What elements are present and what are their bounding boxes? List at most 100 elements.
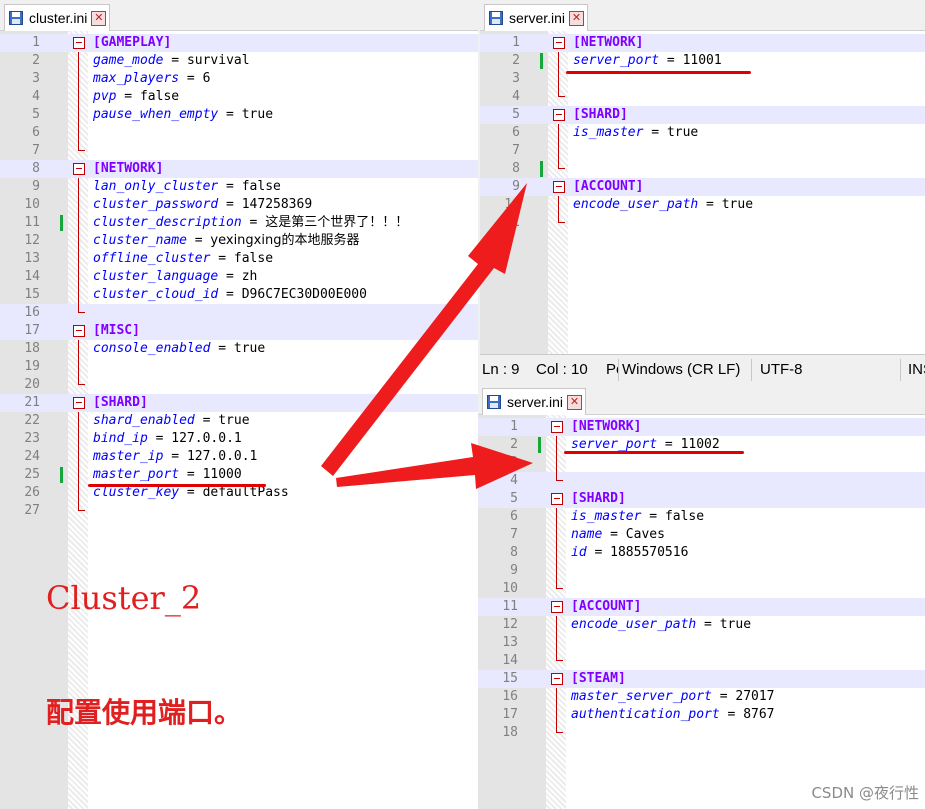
code-line: 11 [ACCOUNT] — [478, 598, 925, 616]
code-editor[interactable]: 1 [NETWORK] 2 server_port = 11002 3 4 5 [SHARD]… — [478, 415, 925, 809]
fold-toggle-icon[interactable] — [73, 325, 85, 337]
line-number: 4 — [510, 473, 518, 488]
equals-sign: = — [218, 269, 242, 284]
equals-sign: = — [218, 107, 242, 122]
config-key: is_master — [571, 509, 642, 524]
code-text: console_enabled = true — [93, 340, 265, 358]
fold-guide — [78, 196, 79, 214]
config-key: cluster_description — [93, 215, 242, 230]
change-marker — [60, 467, 63, 483]
line-number: 5 — [512, 107, 520, 122]
fold-guide — [558, 88, 565, 97]
fold-toggle-icon[interactable] — [551, 421, 563, 433]
code-text: is_master = false — [571, 508, 704, 526]
status-encoding[interactable]: UTF-8 — [760, 361, 803, 378]
code-line: 13 — [478, 634, 925, 652]
config-value: 11000 — [202, 467, 242, 482]
tab-server-ini[interactable]: server.ini ✕ — [482, 388, 587, 415]
section-header: [SHARD] — [571, 491, 626, 506]
fold-guide — [556, 706, 557, 724]
code-line: 17 [MISC] — [0, 322, 478, 340]
close-icon[interactable]: ✕ — [91, 10, 107, 26]
equals-sign: = — [659, 53, 683, 68]
equals-sign: = — [194, 413, 219, 428]
equals-sign: = — [643, 125, 667, 140]
code-text: [SHARD] — [93, 394, 148, 412]
fold-guide — [78, 430, 79, 448]
fold-toggle-icon[interactable] — [551, 601, 563, 613]
line-number: 11 — [24, 215, 40, 230]
equals-sign: = — [641, 509, 665, 524]
config-value: 这是第三个世界了！！！ — [265, 215, 409, 230]
code-text: max_players = 6 — [93, 70, 210, 88]
line-number: 24 — [24, 449, 40, 464]
code-text: [ACCOUNT] — [571, 598, 641, 616]
code-text: [NETWORK] — [573, 34, 643, 52]
fold-toggle-icon[interactable] — [73, 397, 85, 409]
config-value: false — [664, 509, 705, 524]
fold-toggle-icon[interactable] — [553, 181, 565, 193]
code-line: 24 master_ip = 127.0.0.1 — [0, 448, 478, 466]
fold-guide — [556, 688, 557, 706]
code-line: 2 server_port = 11001 — [480, 52, 925, 70]
line-number: 6 — [32, 125, 40, 140]
equals-sign: = — [586, 545, 611, 560]
line-number: 7 — [512, 143, 520, 158]
fold-guide — [78, 106, 79, 124]
fold-toggle-icon[interactable] — [553, 37, 565, 49]
line-number: 7 — [510, 527, 518, 542]
code-text: offline_cluster = false — [93, 250, 273, 268]
config-value: true — [241, 107, 274, 122]
fold-guide — [78, 340, 79, 358]
equals-sign: = — [179, 467, 203, 482]
code-text: cluster_language = zh — [93, 268, 257, 286]
tab-bar: server.ini ✕ — [478, 384, 925, 415]
equals-sign: = — [163, 53, 187, 68]
code-text: [ACCOUNT] — [573, 178, 643, 196]
fold-toggle-icon[interactable] — [73, 163, 85, 175]
close-icon[interactable]: ✕ — [567, 394, 583, 410]
config-key: cluster_key — [93, 485, 180, 500]
fold-guide — [78, 286, 79, 304]
close-icon[interactable]: ✕ — [569, 10, 585, 26]
config-key: pvp — [93, 89, 117, 104]
fold-guide — [558, 160, 565, 169]
tab-bar: cluster.ini ✕ — [0, 0, 478, 31]
code-text: [SHARD] — [573, 106, 628, 124]
code-line: 12 encode_user_path = true — [478, 616, 925, 634]
line-number: 26 — [24, 485, 40, 500]
tab-cluster-ini[interactable]: cluster.ini ✕ — [4, 4, 111, 31]
equals-sign: = — [186, 233, 211, 248]
status-line: Ln : 9 — [482, 361, 520, 378]
code-line: 5 [SHARD] — [480, 106, 925, 124]
code-text: game_mode = survival — [93, 52, 250, 70]
equals-sign: = — [602, 527, 626, 542]
code-text: bind_ip = 127.0.0.1 — [93, 430, 242, 448]
fold-guide — [78, 232, 79, 250]
code-line: 23 bind_ip = 127.0.0.1 — [0, 430, 478, 448]
fold-toggle-icon[interactable] — [551, 673, 563, 685]
config-value: 11002 — [680, 437, 720, 452]
fold-guide — [78, 268, 79, 286]
floppy-disk-icon — [9, 11, 23, 25]
code-text: [GAMEPLAY] — [93, 34, 171, 52]
code-line: 18 — [478, 724, 925, 742]
fold-toggle-icon[interactable] — [551, 493, 563, 505]
status-position: Pos — [606, 361, 618, 378]
config-value: 127.0.0.1 — [171, 431, 242, 446]
code-line: 1 [NETWORK] — [480, 34, 925, 52]
code-editor[interactable]: 1 [NETWORK] 2 server_port = 11001 3 4 5 [SHARD]… — [480, 31, 925, 354]
line-number: 25 — [24, 467, 40, 482]
code-text: authentication_port = 8767 — [571, 706, 775, 724]
fold-toggle-icon[interactable] — [553, 109, 565, 121]
tab-label: cluster.ini — [29, 10, 88, 26]
fold-toggle-icon[interactable] — [73, 37, 85, 49]
config-key: server_port — [573, 53, 660, 68]
line-number: 13 — [502, 635, 518, 650]
annotation-subtitle: 配置使用端口。 — [46, 696, 243, 729]
tab-server-ini[interactable]: server.ini ✕ — [484, 4, 589, 31]
line-number: 5 — [510, 491, 518, 506]
status-eol[interactable]: Windows (CR LF) — [622, 361, 740, 378]
highlight-underline-server-port-11002 — [564, 451, 744, 454]
code-line: 14 cluster_language = zh — [0, 268, 478, 286]
